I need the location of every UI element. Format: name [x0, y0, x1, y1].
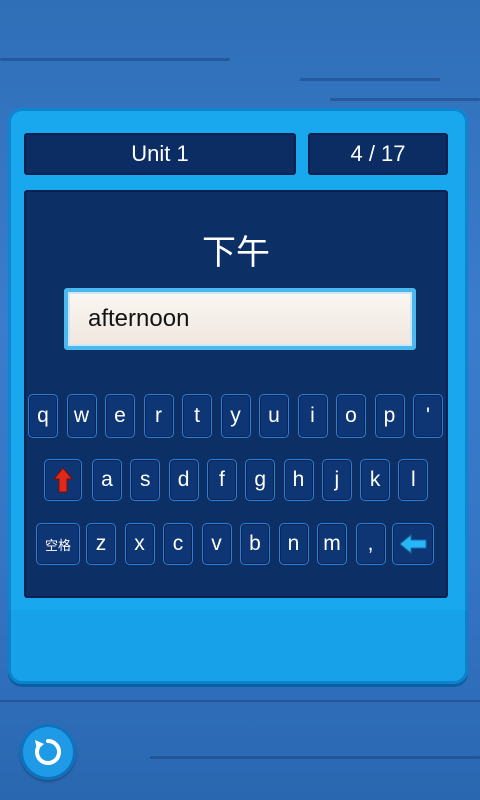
- key-label: k: [369, 468, 381, 491]
- key-label: d: [177, 468, 190, 491]
- key-c[interactable]: c: [163, 523, 193, 565]
- prompt-word: 下午: [202, 233, 270, 273]
- key-label: w: [73, 404, 90, 427]
- refresh-icon: [35, 739, 61, 765]
- key-b[interactable]: b: [240, 523, 270, 565]
- key-y[interactable]: y: [220, 394, 251, 438]
- key-label: v: [211, 532, 222, 555]
- key-label: l: [411, 468, 416, 491]
- answer-input[interactable]: afternoon: [64, 288, 416, 350]
- progress-counter: 4 / 17: [308, 133, 448, 175]
- key-apostrophe[interactable]: ': [413, 394, 443, 438]
- key-g[interactable]: g: [245, 459, 276, 501]
- key-u[interactable]: u: [259, 394, 289, 438]
- frame-shade: [8, 610, 468, 684]
- shift-up-arrow-icon: [53, 467, 73, 493]
- key-label: q: [37, 404, 49, 427]
- key-o[interactable]: o: [336, 394, 366, 438]
- key-a[interactable]: a: [92, 459, 122, 501]
- key-v[interactable]: v: [201, 523, 232, 565]
- key-label: a: [101, 468, 113, 491]
- unit-title-text: Unit 1: [131, 141, 189, 166]
- wood-streak: [330, 98, 480, 101]
- key-label: r: [155, 404, 162, 427]
- key-label: z: [95, 532, 107, 555]
- key-label: p: [383, 404, 396, 427]
- progress-text: 4 / 17: [350, 141, 406, 166]
- wood-streak: [150, 756, 480, 759]
- key-l[interactable]: l: [398, 459, 429, 501]
- key-label: o: [345, 404, 357, 427]
- key-e[interactable]: e: [105, 394, 135, 438]
- key-r[interactable]: r: [143, 394, 174, 438]
- key-label: b: [249, 532, 261, 555]
- key-label: f: [218, 468, 225, 491]
- key-label: s: [140, 468, 151, 491]
- key-x[interactable]: x: [124, 523, 155, 565]
- wood-streak: [0, 58, 230, 61]
- key-h[interactable]: h: [283, 459, 314, 501]
- key-w[interactable]: w: [66, 394, 97, 438]
- space-key-label: 空格: [44, 537, 71, 553]
- key-label: j: [334, 468, 340, 491]
- key-label: ,: [367, 532, 374, 555]
- wood-streak: [0, 700, 480, 702]
- key-label: h: [292, 468, 305, 491]
- key-k[interactable]: k: [360, 459, 391, 501]
- key-m[interactable]: m: [317, 523, 347, 565]
- key-label: y: [230, 404, 241, 427]
- key-q[interactable]: q: [28, 394, 58, 438]
- backspace-key[interactable]: [392, 523, 434, 565]
- backspace-left-arrow-icon: [399, 534, 427, 554]
- refresh-button[interactable]: [20, 724, 76, 780]
- key-label: c: [172, 532, 184, 555]
- key-comma[interactable]: ,: [355, 523, 386, 565]
- key-label: e: [114, 404, 126, 427]
- key-i[interactable]: i: [297, 394, 328, 438]
- answer-text: afternoon: [88, 305, 190, 332]
- key-label: g: [254, 468, 267, 491]
- key-label: t: [194, 404, 200, 427]
- space-key[interactable]: 空格: [36, 523, 80, 565]
- shift-key[interactable]: [44, 459, 82, 501]
- key-s[interactable]: s: [130, 459, 161, 501]
- key-z[interactable]: z: [86, 523, 116, 565]
- key-label: u: [268, 404, 280, 427]
- key-t[interactable]: t: [182, 394, 212, 438]
- key-label: ': [425, 404, 430, 427]
- key-p[interactable]: p: [374, 394, 405, 438]
- key-j[interactable]: j: [321, 459, 352, 501]
- key-label: m: [323, 532, 341, 555]
- key-label: n: [287, 532, 300, 555]
- key-label: i: [310, 404, 315, 427]
- wood-streak: [300, 78, 440, 81]
- key-d[interactable]: d: [168, 459, 199, 501]
- key-label: x: [134, 532, 145, 555]
- key-f[interactable]: f: [206, 459, 237, 501]
- key-n[interactable]: n: [278, 523, 309, 565]
- unit-title: Unit 1: [24, 133, 296, 175]
